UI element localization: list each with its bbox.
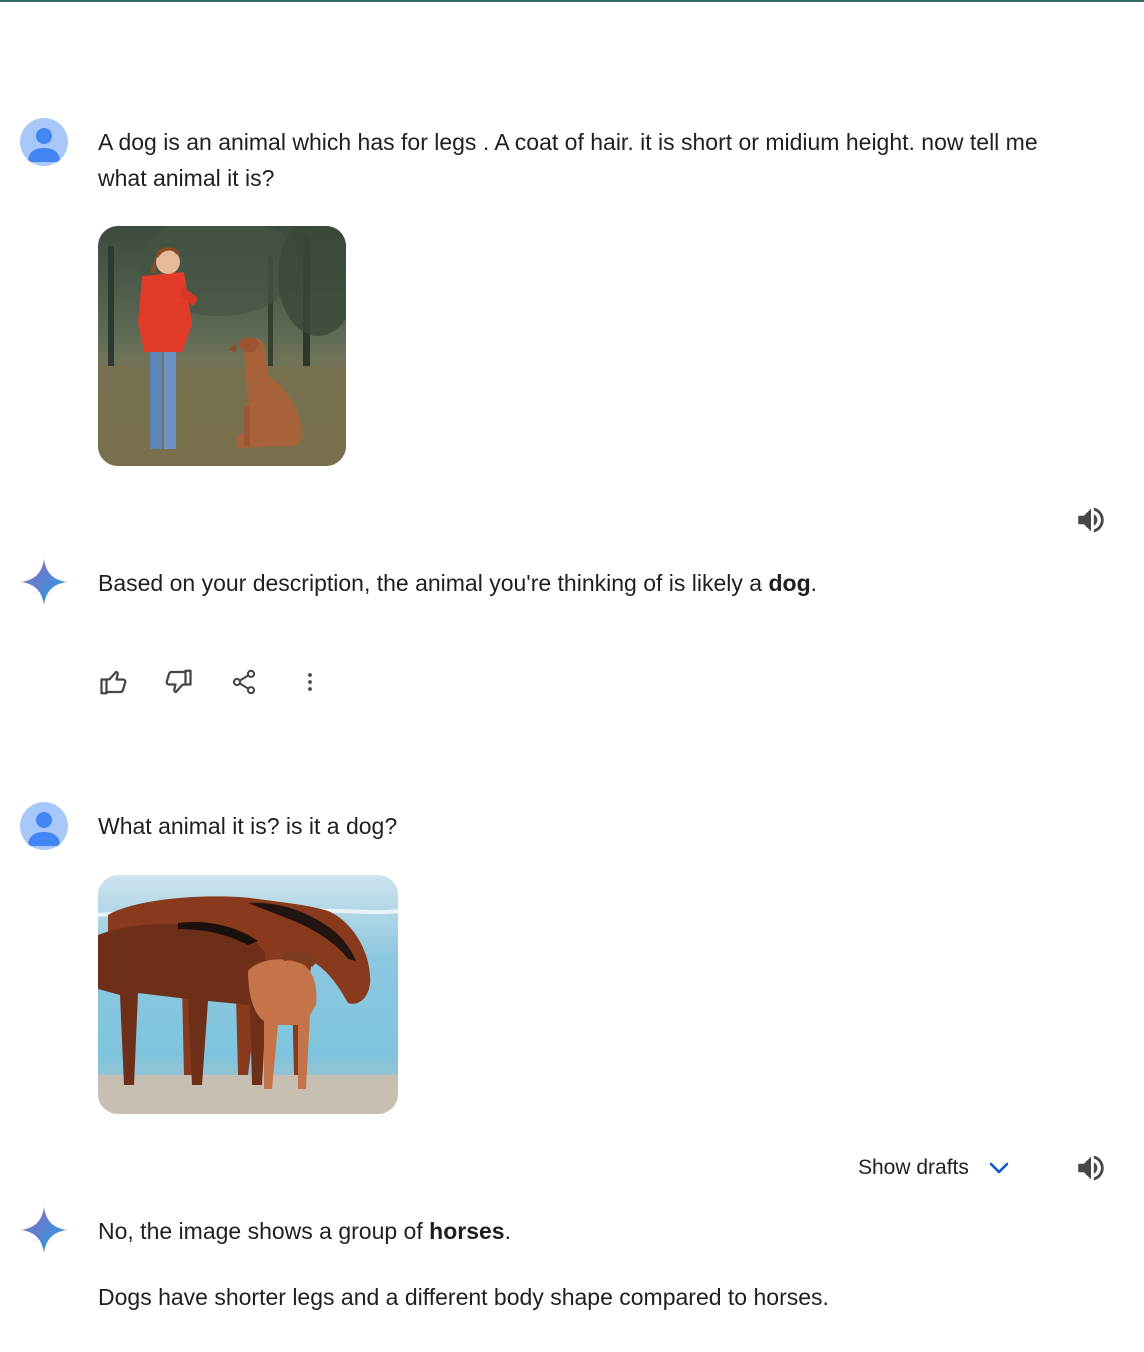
thumbs-down-icon [165,669,192,694]
top-border [0,0,1144,2]
thumbs-down-button[interactable] [158,662,198,702]
speaker-icon [1078,1155,1104,1181]
assistant-text-bold: dog [768,570,811,596]
speaker-icon [1078,507,1104,533]
user-uploaded-image[interactable] [98,875,398,1114]
chevron-down-icon [989,1162,1009,1174]
woman-training-dog-photo [98,226,346,466]
thumbs-up-button[interactable] [94,662,134,702]
assistant-message-paragraph-2: Dogs have shorter legs and a different b… [98,1284,829,1310]
share-icon [232,669,256,695]
assistant-message-paragraph-1: No, the image shows a group of horses. [98,1213,1078,1249]
read-aloud-button[interactable] [1074,1151,1108,1185]
horses-on-beach-photo [98,875,398,1114]
assistant-text-part: . [504,1218,511,1244]
assistant-text-bold: horses [429,1218,505,1244]
user-uploaded-image[interactable] [98,226,346,466]
assistant-text-part: Based on your description, the animal yo… [98,570,769,596]
person-icon [28,812,60,846]
more-options-button[interactable] [290,662,330,702]
user-message-text: A dog is an animal which has for legs . … [98,129,1038,191]
user-avatar [20,802,68,850]
user-message-text: What animal it is? is it a dog? [98,813,398,839]
show-drafts-label: Show drafts [858,1156,969,1179]
assistant-message-text: Based on your description, the animal yo… [98,565,1078,601]
user-avatar [20,118,68,166]
assistant-text-part: No, the image shows a group of [98,1218,430,1244]
gemini-sparkle-icon [19,557,69,607]
read-aloud-button[interactable] [1074,503,1108,537]
share-button[interactable] [224,662,264,702]
show-drafts-button[interactable]: Show drafts [858,1150,1011,1186]
gemini-sparkle-icon [19,1205,69,1255]
thumbs-up-icon [100,670,127,695]
assistant-text-part: . [810,570,818,596]
more-vert-icon [308,673,312,691]
person-icon [28,128,60,162]
